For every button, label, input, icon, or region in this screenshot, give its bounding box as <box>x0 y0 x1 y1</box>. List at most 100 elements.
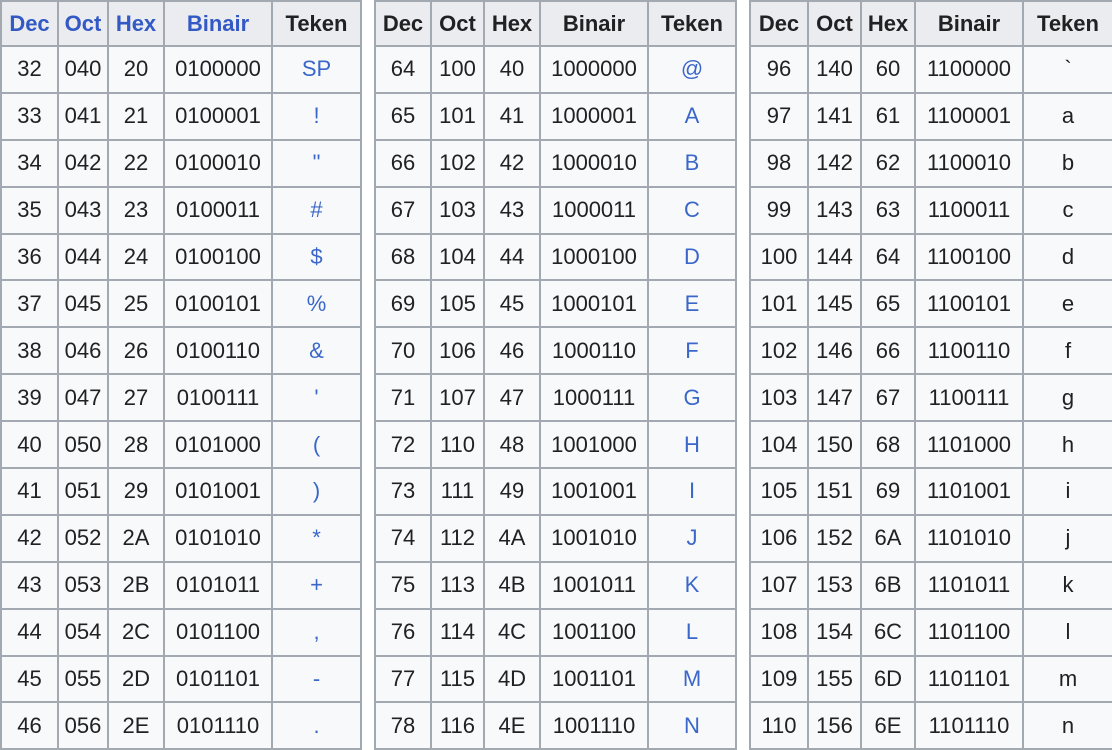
oct-cell: 104 <box>430 232 485 282</box>
oct-cell: 106 <box>430 326 485 376</box>
hex-cell: 6B <box>860 560 916 610</box>
char-cell[interactable]: " <box>271 138 362 188</box>
column-header-binair[interactable]: Binair <box>163 0 273 47</box>
table-row: 67 103 43 1000011 C <box>374 185 737 235</box>
char-cell[interactable]: & <box>271 326 362 376</box>
dec-cell: 65 <box>374 91 432 141</box>
oct-cell: 141 <box>807 91 862 141</box>
char-cell[interactable]: @ <box>647 45 737 94</box>
char-cell[interactable]: $ <box>271 232 362 282</box>
table-row: 69 105 45 1000101 E <box>374 279 737 329</box>
oct-cell: 053 <box>57 560 109 610</box>
char-cell[interactable]: L <box>647 607 737 657</box>
binary-cell: 1100110 <box>914 326 1024 376</box>
table-row: 33 041 21 0100001! <box>0 91 362 141</box>
table-row: 108 154 6C 1101100 l <box>749 607 1112 657</box>
char-cell[interactable]: - <box>271 654 362 704</box>
char-cell[interactable]: SP <box>271 45 362 94</box>
binary-cell: 1101000 <box>914 420 1024 470</box>
dec-cell: 46 <box>0 701 59 750</box>
oct-cell: 105 <box>430 279 485 329</box>
binary-cell: 1100011 <box>914 185 1024 235</box>
oct-cell: 115 <box>430 654 485 704</box>
oct-cell: 110 <box>430 420 485 470</box>
dec-cell: 44 <box>0 607 59 657</box>
char-cell[interactable]: A <box>647 91 737 141</box>
char-cell[interactable]: K <box>647 560 737 610</box>
dec-cell: 97 <box>749 91 809 141</box>
oct-cell: 145 <box>807 279 862 329</box>
header-row: Dec Oct Hex Binair Teken <box>749 0 1112 47</box>
char-cell[interactable]: + <box>271 560 362 610</box>
table-row: 78 116 4E 1001110 N <box>374 701 737 750</box>
column-header-hex[interactable]: Hex <box>107 0 165 47</box>
oct-cell: 154 <box>807 607 862 657</box>
char-cell[interactable]: # <box>271 185 362 235</box>
hex-cell: 60 <box>860 45 916 94</box>
binary-cell: 1100100 <box>914 232 1024 282</box>
binary-cell: 1101100 <box>914 607 1024 657</box>
char-cell[interactable]: G <box>647 373 737 423</box>
binary-cell: 1001001 <box>539 467 649 516</box>
binary-cell: 1000100 <box>539 232 649 282</box>
char-cell[interactable]: J <box>647 513 737 563</box>
char-cell[interactable]: D <box>647 232 737 282</box>
hex-cell: 4B <box>483 560 541 610</box>
binary-cell: 1001011 <box>539 560 649 610</box>
binary-cell: 0100100 <box>163 232 273 282</box>
char-cell[interactable]: % <box>271 279 362 329</box>
oct-cell: 102 <box>430 138 485 188</box>
binary-cell: 1001101 <box>539 654 649 704</box>
hex-cell: 2E <box>107 701 165 750</box>
char-cell[interactable]: B <box>647 138 737 188</box>
char-cell: i <box>1022 467 1112 516</box>
dec-cell: 37 <box>0 279 59 329</box>
hex-cell: 68 <box>860 420 916 470</box>
header-row: Dec Oct Hex Binair Teken <box>0 0 362 47</box>
char-cell[interactable]: ' <box>271 373 362 423</box>
char-cell[interactable]: ! <box>271 91 362 141</box>
column-header-oct[interactable]: Oct <box>57 0 109 47</box>
column-header-hex: Hex <box>483 0 541 47</box>
hex-cell: 23 <box>107 185 165 235</box>
table-row: 65 101 41 1000001 A <box>374 91 737 141</box>
hex-cell: 44 <box>483 232 541 282</box>
char-cell[interactable]: . <box>271 701 362 750</box>
char-cell[interactable]: M <box>647 654 737 704</box>
dec-cell: 107 <box>749 560 809 610</box>
char-cell[interactable]: ( <box>271 420 362 470</box>
hex-cell: 6E <box>860 701 916 750</box>
hex-cell: 66 <box>860 326 916 376</box>
binary-cell: 1001100 <box>539 607 649 657</box>
char-cell[interactable]: H <box>647 420 737 470</box>
char-cell[interactable]: ) <box>271 467 362 516</box>
char-cell[interactable]: , <box>271 607 362 657</box>
table-row: 71 107 47 1000111 G <box>374 373 737 423</box>
hex-cell: 46 <box>483 326 541 376</box>
char-cell[interactable]: C <box>647 185 737 235</box>
binary-cell: 1101101 <box>914 654 1024 704</box>
dec-cell: 40 <box>0 420 59 470</box>
oct-cell: 056 <box>57 701 109 750</box>
dec-cell: 69 <box>374 279 432 329</box>
oct-cell: 113 <box>430 560 485 610</box>
oct-cell: 043 <box>57 185 109 235</box>
oct-cell: 153 <box>807 560 862 610</box>
char-cell[interactable]: F <box>647 326 737 376</box>
hex-cell: 25 <box>107 279 165 329</box>
char-cell[interactable]: * <box>271 513 362 563</box>
hex-cell: 45 <box>483 279 541 329</box>
dec-cell: 32 <box>0 45 59 94</box>
oct-cell: 156 <box>807 701 862 750</box>
column-header-dec[interactable]: Dec <box>0 0 59 47</box>
char-cell[interactable]: I <box>647 467 737 516</box>
hex-cell: 20 <box>107 45 165 94</box>
oct-cell: 040 <box>57 45 109 94</box>
char-cell[interactable]: E <box>647 279 737 329</box>
table-row: 39 047 27 0100111 ' <box>0 373 362 423</box>
oct-cell: 155 <box>807 654 862 704</box>
char-cell: a <box>1022 91 1112 141</box>
oct-cell: 044 <box>57 232 109 282</box>
oct-cell: 103 <box>430 185 485 235</box>
char-cell[interactable]: N <box>647 701 737 750</box>
